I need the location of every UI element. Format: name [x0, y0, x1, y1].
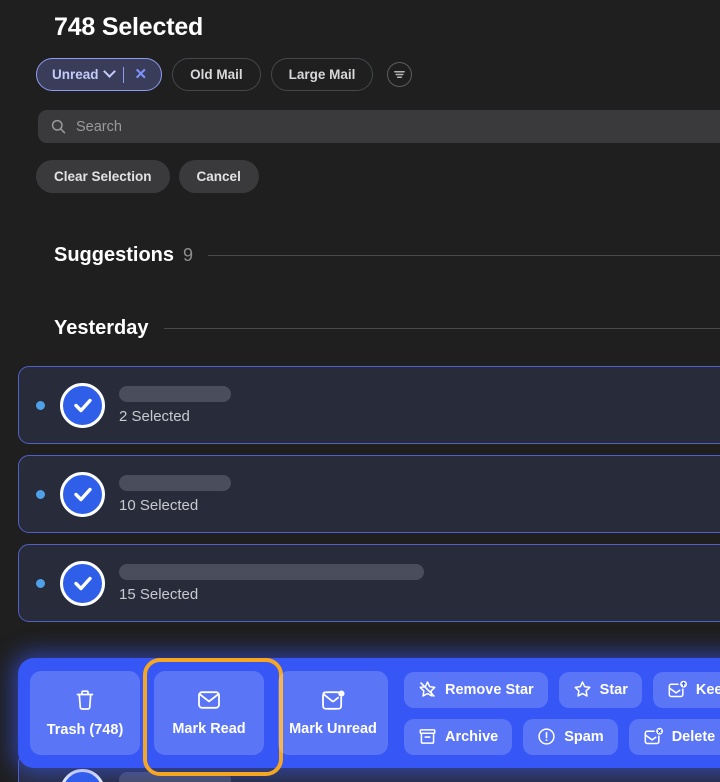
bulk-action-bar: Trash (748) Mark Read Mark Unread Remove…	[18, 658, 720, 776]
spam-button[interactable]: Spam	[523, 718, 618, 755]
secondary-actions-row-2: Archive Spam Delete	[404, 718, 720, 755]
remove-star-label: Remove Star	[445, 681, 534, 698]
remove-star-button[interactable]: Remove Star	[404, 671, 548, 708]
row-skeleton	[119, 563, 424, 580]
row-skeleton	[119, 385, 231, 402]
row-checkbox[interactable]	[60, 560, 105, 606]
row-checkbox[interactable]	[60, 382, 105, 428]
trash-button[interactable]: Trash (748)	[30, 671, 140, 755]
star-icon	[574, 681, 591, 697]
envelope-up-icon	[668, 680, 687, 698]
trash-button-label: Trash (748)	[46, 722, 124, 738]
filter-chip-large-mail[interactable]: Large Mail	[270, 58, 374, 91]
envelope-x-icon	[644, 727, 663, 745]
mark-unread-button-label: Mark Unread	[289, 721, 377, 737]
section-title: Suggestions	[54, 244, 175, 266]
primary-actions: Trash (748) Mark Read Mark Unread	[30, 658, 388, 776]
warning-circle-icon	[538, 728, 555, 745]
section-header-yesterday: Yesterday	[54, 317, 720, 340]
section-header-suggestions: Suggestions 9	[54, 244, 720, 267]
filter-chip-old-mail-label: Old Mail	[190, 67, 243, 82]
spam-label: Spam	[564, 728, 604, 745]
search-placeholder: Search	[76, 118, 122, 135]
selection-actions: Clear Selection Cancel	[36, 160, 259, 193]
unread-dot	[36, 578, 45, 588]
mark-unread-button[interactable]: Mark Unread	[278, 671, 388, 755]
section-divider	[208, 255, 720, 256]
archive-icon	[419, 729, 436, 744]
table-row[interactable]: 10 Selected	[18, 455, 720, 533]
star-slash-icon	[419, 681, 436, 697]
mail-selection-screen: 748 Selected Unread ✕ Old Mail Large Mai…	[0, 0, 720, 782]
close-icon[interactable]: ✕	[133, 67, 150, 82]
row-checkbox[interactable]	[60, 471, 105, 517]
section-title: Yesterday	[54, 317, 149, 339]
search-input[interactable]: Search	[38, 110, 720, 143]
envelope-dot-icon	[322, 690, 345, 710]
star-button[interactable]: Star	[558, 671, 642, 708]
delete-button[interactable]: Delete	[628, 718, 720, 755]
mark-read-button-label: Mark Read	[172, 721, 246, 737]
cancel-button[interactable]: Cancel	[178, 160, 259, 193]
unread-dot	[36, 489, 45, 499]
table-row[interactable]: 15 Selected	[18, 544, 720, 622]
row-body: 10 Selected	[119, 474, 231, 514]
row-body: 15 Selected	[119, 563, 424, 603]
envelope-open-icon	[198, 691, 220, 709]
filter-chip-unread[interactable]: Unread ✕	[36, 58, 163, 91]
keep-new-button[interactable]: Keep New	[652, 671, 720, 708]
filter-chips-row: Unread ✕ Old Mail Large Mail	[36, 58, 413, 91]
mark-read-button[interactable]: Mark Read	[143, 658, 283, 776]
row-label: 2 Selected	[119, 407, 190, 425]
chevron-down-icon[interactable]	[102, 65, 116, 78]
chip-divider	[122, 66, 124, 83]
archive-button[interactable]: Archive	[404, 718, 513, 755]
row-label: 15 Selected	[119, 585, 199, 603]
keep-new-label: Keep New	[695, 681, 720, 698]
secondary-actions-row-1: Remove Star Star Kee	[404, 671, 720, 708]
row-body	[119, 771, 231, 782]
search-icon	[51, 119, 66, 134]
clear-selection-button[interactable]: Clear Selection	[36, 160, 170, 193]
star-label: Star	[599, 681, 628, 698]
row-label: 10 Selected	[119, 496, 199, 514]
row-checkbox[interactable]	[60, 768, 105, 782]
row-skeleton	[119, 771, 231, 782]
filter-chip-old-mail[interactable]: Old Mail	[172, 58, 261, 91]
section-count: 9	[183, 245, 194, 265]
filter-icon[interactable]	[387, 62, 413, 87]
page-title: 748 Selected	[54, 13, 204, 41]
row-body: 2 Selected	[119, 385, 231, 425]
mail-row-list: 2 Selected 10 Selected 15 Selected	[0, 366, 720, 633]
section-divider	[163, 328, 720, 329]
trash-icon	[76, 690, 94, 710]
delete-label: Delete	[671, 728, 716, 745]
secondary-actions: Remove Star Star Kee Archive Spam Delete	[404, 671, 720, 755]
filter-chip-unread-label: Unread	[52, 67, 99, 82]
archive-label: Archive	[445, 728, 499, 745]
filter-chip-large-mail-label: Large Mail	[288, 67, 356, 82]
row-skeleton	[119, 474, 231, 491]
table-row[interactable]: 2 Selected	[18, 366, 720, 444]
unread-dot	[36, 400, 45, 410]
